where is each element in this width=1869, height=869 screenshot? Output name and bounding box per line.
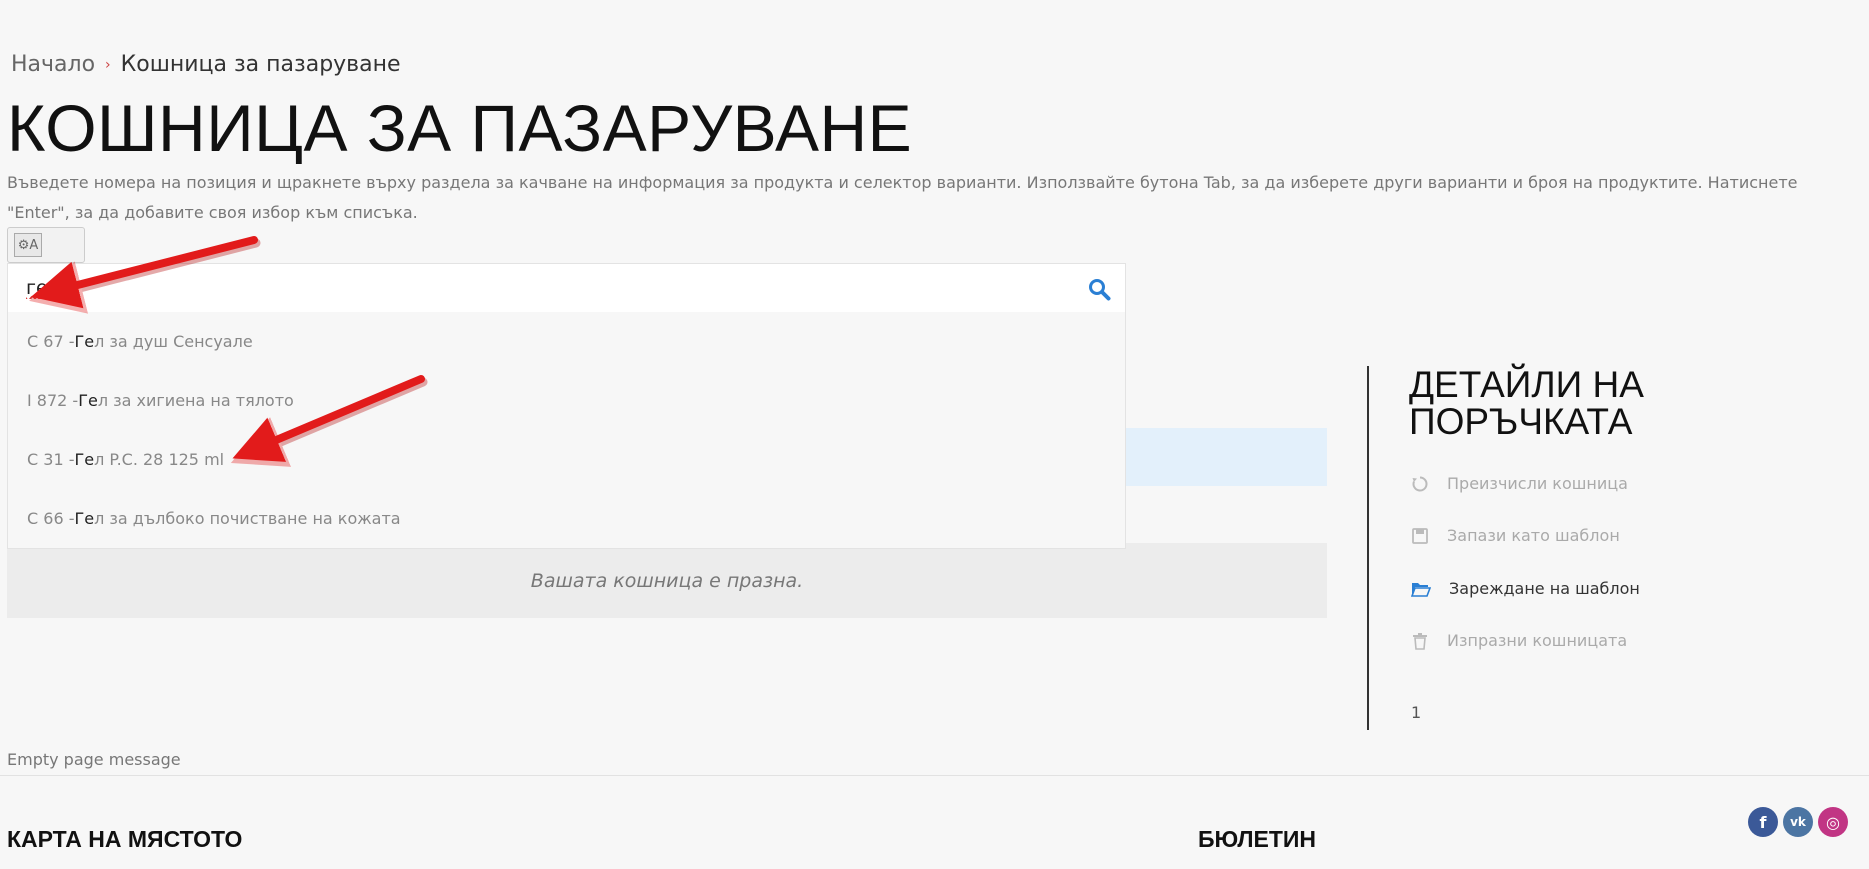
empty-page-message: Empty page message <box>7 750 181 769</box>
suggestion-item[interactable]: С 66 - Ге л за дълбоко почистване на кожа… <box>8 489 1125 548</box>
vk-icon[interactable]: vk <box>1783 807 1813 837</box>
refresh-icon <box>1412 476 1428 491</box>
empty-cart-message: Вашата кошница е празна. <box>7 543 1327 618</box>
order-details-title: ДЕТАЙЛИ НА ПОРЪЧКАТА <box>1409 364 1644 442</box>
breadcrumb: Начало › Кошница за пазаруване <box>11 52 401 77</box>
page-title: КОШНИЦА ЗА ПАЗАРУВАНЕ <box>7 91 913 165</box>
suggestion-item[interactable]: С 31 - Ге л P.C. 28 125 ml <box>8 430 1125 489</box>
recalculate-cart-button[interactable]: Преизчисли кошница <box>1411 474 1628 493</box>
keyboard-mode-icon: ⚙A <box>14 233 42 257</box>
breadcrumb-home-link[interactable]: Начало <box>11 52 95 77</box>
empty-cart-button[interactable]: Изпразни кошницата <box>1411 631 1627 650</box>
folder-open-icon <box>1411 582 1431 597</box>
facebook-icon[interactable]: f <box>1748 807 1778 837</box>
search-icon[interactable] <box>1087 277 1111 301</box>
instagram-icon[interactable]: ◎ <box>1818 807 1848 837</box>
suggestion-item[interactable]: I 872 - Ге л за хигиена на тялото <box>8 371 1125 430</box>
order-details-panel: ДЕТАЙЛИ НА ПОРЪЧКАТА Преизчисли кошница … <box>1367 366 1847 730</box>
load-template-button[interactable]: Зареждане на шаблон <box>1411 579 1640 598</box>
social-links: f vk ◎ <box>1748 807 1853 837</box>
cart-item-count: 1 <box>1411 703 1422 722</box>
footer-sitemap-heading: КАРТА НА МЯСТОТО <box>7 826 243 852</box>
product-search-box <box>7 263 1126 313</box>
instructions-text: Въведете номера на позиция и щракнете въ… <box>7 173 1798 222</box>
save-icon <box>1412 527 1428 544</box>
trash-icon <box>1413 632 1427 650</box>
breadcrumb-current: Кошница за пазаруване <box>120 52 401 77</box>
product-search-input[interactable] <box>8 277 1048 299</box>
footer-divider <box>0 775 1869 776</box>
footer-newsletter-heading: БЮЛЕТИН <box>1198 826 1317 852</box>
search-suggestions-dropdown: С 67 - Ге л за душ Сенсуале I 872 - Ге л з… <box>7 312 1126 549</box>
breadcrumb-separator: › <box>105 56 111 73</box>
save-template-button[interactable]: Запази като шаблон <box>1411 526 1620 545</box>
input-mode-toggle[interactable]: ⚙A <box>7 227 85 263</box>
suggestion-item[interactable]: С 67 - Ге л за душ Сенсуале <box>8 312 1125 371</box>
